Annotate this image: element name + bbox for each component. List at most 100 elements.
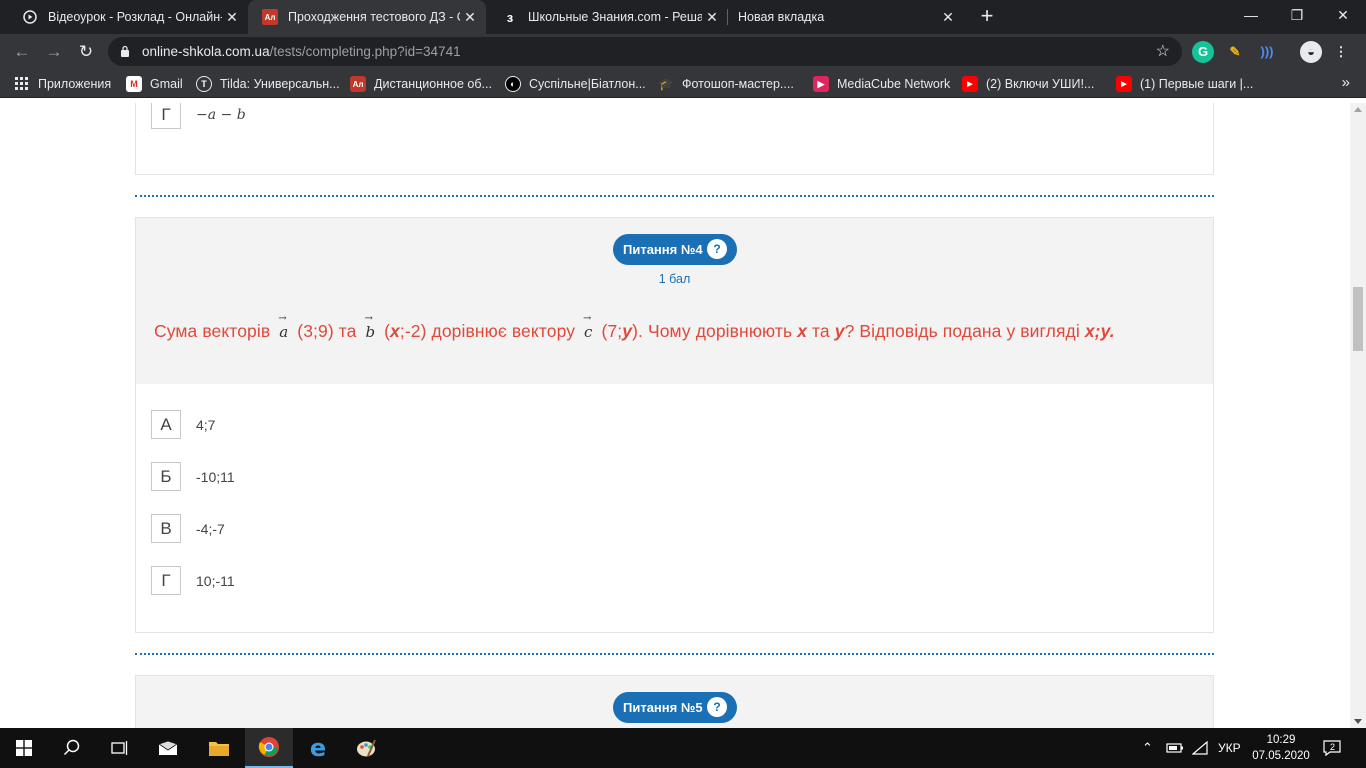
new-tab-button[interactable]: + bbox=[976, 5, 998, 28]
question-text-part: Сума векторів bbox=[154, 321, 271, 341]
answer-option[interactable]: Г −a − b bbox=[151, 103, 246, 129]
question-card: Питання №4 ? 1 бал Сума векторів a (3;9)… bbox=[135, 217, 1214, 633]
question-number: Питання №5 bbox=[623, 700, 703, 715]
help-icon[interactable]: ? bbox=[707, 697, 727, 717]
carrot-extension-icon[interactable]: ✎ bbox=[1224, 41, 1246, 63]
bookmark-youtube-2[interactable]: ▶ (1) Первые шаги |... bbox=[1116, 76, 1253, 92]
restore-button[interactable]: ❐ bbox=[1274, 0, 1320, 30]
close-window-button[interactable]: ✕ bbox=[1320, 0, 1366, 30]
bookmark-gmail[interactable]: M Gmail bbox=[126, 76, 183, 92]
tilda-icon: T bbox=[196, 76, 212, 92]
address-bar[interactable]: online-shkola.com.ua/tests/completing.ph… bbox=[108, 37, 1182, 66]
answer-text: -10;11 bbox=[196, 468, 235, 485]
windows-taskbar: e ⌃ УКР 10:29 07.05.2020 2 bbox=[0, 728, 1366, 768]
bookmark-mediacube[interactable]: ▶ MediaCube Network bbox=[813, 76, 950, 92]
variable-x: x bbox=[797, 321, 808, 341]
scrollbar-thumb[interactable] bbox=[1353, 287, 1363, 351]
browser-toolbar: ← → ↻ online-shkola.com.ua/tests/complet… bbox=[0, 34, 1366, 70]
close-tab-icon[interactable]: ✕ bbox=[460, 9, 480, 26]
tab-new-tab[interactable]: Новая вкладка ✕ bbox=[724, 0, 964, 34]
tab-test-completion[interactable]: Ал Проходження тестового ДЗ - Ол ✕ bbox=[248, 0, 486, 34]
mail-icon[interactable] bbox=[144, 728, 192, 768]
answer-format: x;y. bbox=[1084, 321, 1115, 341]
bookmark-label: Дистанционное об... bbox=[374, 77, 492, 91]
close-tab-icon[interactable]: ✕ bbox=[702, 9, 722, 26]
bookmark-apps[interactable]: Приложения bbox=[14, 76, 111, 92]
bookmark-label: MediaCube Network bbox=[837, 77, 951, 91]
question-text-part: ). Чому дорівнюють bbox=[632, 321, 793, 341]
menu-dots-icon[interactable]: ⋮ bbox=[1330, 41, 1352, 63]
answer-letter[interactable]: Г bbox=[151, 103, 181, 129]
answer-letter[interactable]: Б bbox=[151, 462, 181, 491]
forward-button[interactable]: → bbox=[42, 40, 66, 64]
reload-button[interactable]: ↻ bbox=[74, 40, 98, 64]
bookmark-photoshop[interactable]: 🎓 Фотошоп-мастер.... bbox=[658, 76, 794, 92]
bookmark-distance[interactable]: Ал Дистанционное об... bbox=[350, 76, 492, 92]
answer-text: 4;7 bbox=[196, 416, 216, 433]
profile-avatar[interactable]: ◒ bbox=[1300, 41, 1322, 63]
edge-icon[interactable]: e bbox=[294, 728, 342, 768]
tab-video-lesson[interactable]: Відеоурок - Розклад - Онлайн-Ш ✕ bbox=[8, 0, 248, 34]
tab-title: Новая вкладка bbox=[738, 10, 825, 24]
vector-c: c bbox=[580, 323, 597, 341]
bookmark-tilda[interactable]: T Tilda: Универсальн... bbox=[196, 76, 340, 92]
answer-option-b[interactable]: Б -10;11 bbox=[151, 462, 235, 491]
answer-text: -4;-7 bbox=[196, 520, 225, 537]
notification-center-icon[interactable]: 2 bbox=[1322, 728, 1341, 768]
answer-option-d[interactable]: Г 10;-11 bbox=[151, 566, 235, 595]
graduation-cap-icon: 🎓 bbox=[658, 77, 674, 91]
file-explorer-icon[interactable] bbox=[195, 728, 243, 768]
paint-icon[interactable] bbox=[342, 728, 390, 768]
answer-letter[interactable]: В bbox=[151, 514, 181, 543]
tab-title: Школьные Знания.com - Решае bbox=[528, 10, 702, 24]
system-clock[interactable]: 10:29 07.05.2020 bbox=[1250, 732, 1312, 764]
test-site-icon: Ал bbox=[262, 9, 278, 25]
chrome-taskbar-icon[interactable] bbox=[245, 728, 293, 768]
help-icon[interactable]: ? bbox=[707, 239, 727, 259]
variable-y: y bbox=[622, 321, 633, 341]
bookmark-suspilne[interactable]: ◐ Суспільне|Біатлон... bbox=[505, 76, 646, 92]
task-view-icon[interactable] bbox=[96, 728, 144, 768]
answer-letter[interactable]: Г bbox=[151, 566, 181, 595]
back-button[interactable]: ← bbox=[10, 40, 34, 64]
bookmark-star-icon[interactable]: ☆ bbox=[1156, 41, 1170, 61]
vector-a: a bbox=[275, 323, 292, 341]
znania-icon: з bbox=[506, 9, 514, 25]
audio-extension-icon[interactable]: ))) bbox=[1256, 41, 1278, 63]
battery-icon[interactable] bbox=[1166, 728, 1184, 768]
question-text-part: (3;9) та bbox=[297, 321, 357, 341]
scroll-down-arrow-icon[interactable] bbox=[1354, 719, 1362, 724]
question-text-part: та bbox=[812, 321, 830, 341]
question-text-part: ? Відповідь подана у вигляді bbox=[844, 321, 1080, 341]
video-icon bbox=[22, 9, 38, 25]
url-host: online-shkola.com.ua bbox=[142, 44, 270, 59]
grammarly-icon[interactable]: G bbox=[1192, 41, 1214, 63]
search-icon[interactable] bbox=[48, 728, 96, 768]
previous-question-card: Г −a − b bbox=[135, 103, 1214, 175]
scroll-up-arrow-icon[interactable] bbox=[1354, 107, 1362, 112]
more-bookmarks-chevron-icon[interactable]: » bbox=[1342, 74, 1350, 91]
answer-option-c[interactable]: В -4;-7 bbox=[151, 514, 225, 543]
windows-start-icon[interactable] bbox=[0, 728, 48, 768]
tab-znania[interactable]: з Школьные Знания.com - Решае ✕ bbox=[488, 0, 728, 34]
show-hidden-icons-chevron[interactable]: ⌃ bbox=[1142, 728, 1153, 768]
answer-letter[interactable]: А bbox=[151, 410, 181, 439]
clock-time: 10:29 bbox=[1266, 734, 1296, 746]
question-divider bbox=[135, 653, 1214, 655]
gmail-icon: M bbox=[126, 76, 142, 92]
close-tab-icon[interactable]: ✕ bbox=[222, 9, 242, 26]
bookmark-label: Приложения bbox=[38, 77, 112, 91]
close-tab-icon[interactable]: ✕ bbox=[938, 9, 958, 26]
question-header: Питання №5 ? bbox=[136, 676, 1213, 728]
url-text: online-shkola.com.ua/tests/completing.ph… bbox=[142, 44, 461, 59]
question-text-part: (7; bbox=[601, 321, 623, 341]
question-divider bbox=[135, 195, 1214, 197]
suspilne-icon: ◐ bbox=[505, 76, 521, 92]
wifi-icon[interactable] bbox=[1192, 728, 1208, 768]
answer-text: 10;-11 bbox=[196, 572, 235, 589]
bookmark-youtube-1[interactable]: ▶ (2) Включи УШИ!... bbox=[962, 76, 1094, 92]
language-indicator[interactable]: УКР bbox=[1218, 728, 1241, 768]
page-scrollbar[interactable] bbox=[1350, 103, 1366, 728]
answer-option-a[interactable]: А 4;7 bbox=[151, 410, 215, 439]
minimize-button[interactable]: — bbox=[1228, 0, 1274, 30]
